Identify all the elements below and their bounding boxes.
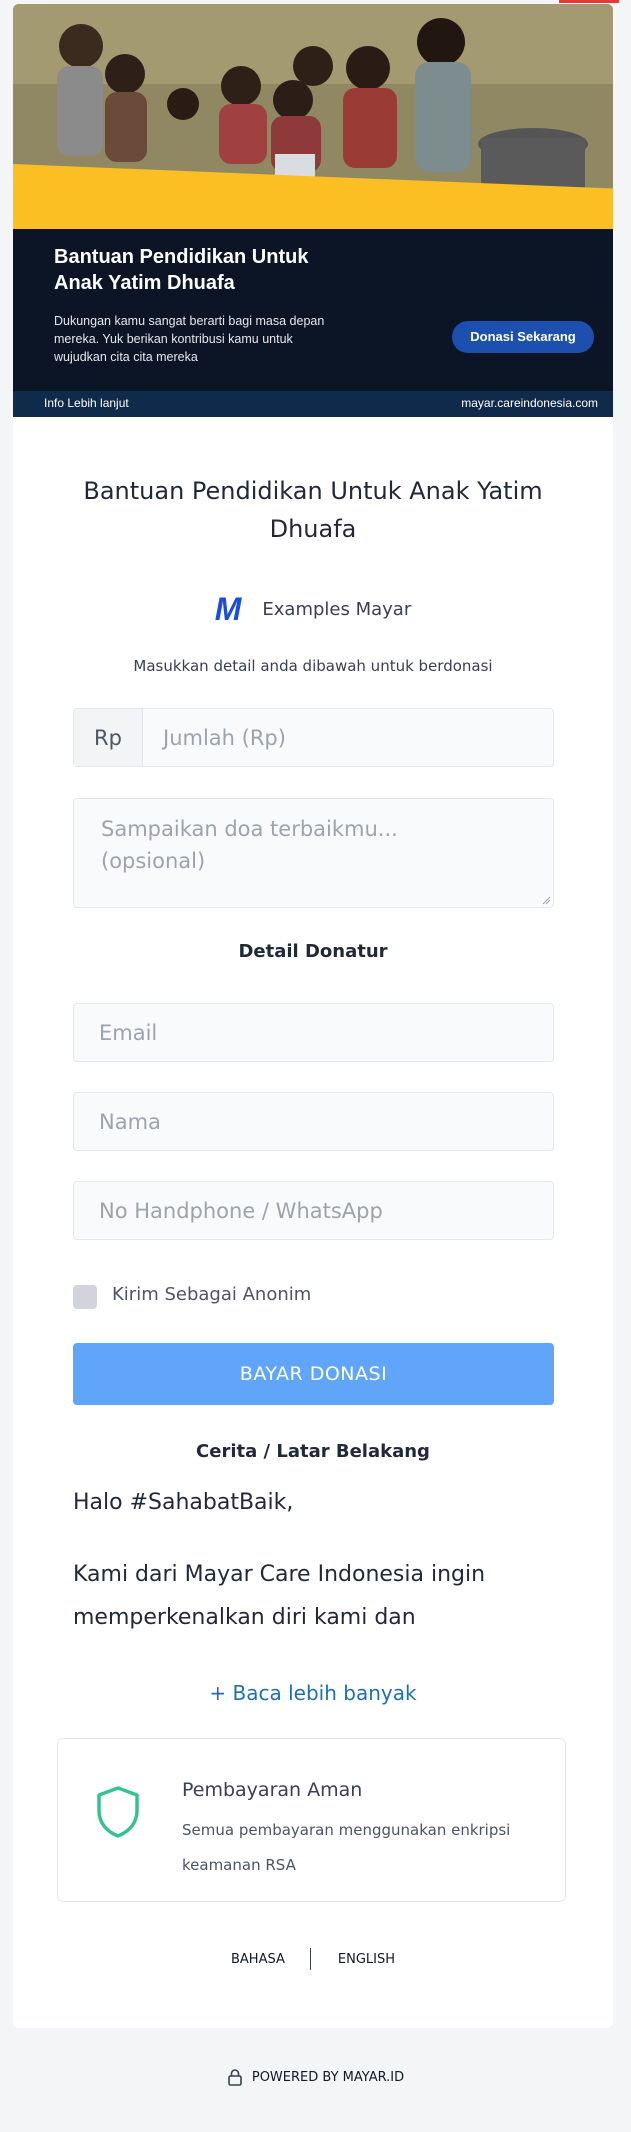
name-field[interactable]: Nama xyxy=(73,1092,554,1151)
prayer-placeholder: Sampaikan doa terbaikmu... (opsional) xyxy=(101,817,398,873)
anonymous-checkbox[interactable] xyxy=(73,1285,97,1309)
email-field[interactable]: Email xyxy=(73,1003,554,1062)
merchant-name: Examples Mayar xyxy=(262,598,412,620)
banner-description: Dukungan kamu sangat berarti bagi masa d… xyxy=(54,314,325,364)
email-placeholder: Email xyxy=(99,1020,158,1045)
phone-placeholder: No Handphone / WhatsApp xyxy=(99,1198,383,1223)
donation-card: Bantuan Pendidikan Untuk Anak Yatim Dhua… xyxy=(13,4,613,2028)
prayer-textarea[interactable]: Sampaikan doa terbaikmu... (opsional) xyxy=(73,798,554,908)
secure-payment-title: Pembayaran Aman xyxy=(182,1779,363,1801)
anonymous-label[interactable]: Kirim Sebagai Anonim xyxy=(112,1284,311,1305)
page-title: Bantuan Pendidikan Untuk Anak Yatim Dhua… xyxy=(83,477,543,543)
secure-payment-description: Semua pembayaran menggunakan enkripsi ke… xyxy=(182,1821,511,1874)
powered-by-footer: POWERED BY MAYAR.ID xyxy=(0,2068,631,2086)
currency-prefix: Rp xyxy=(74,709,143,766)
shield-icon xyxy=(97,1786,139,1838)
banner-title: Bantuan Pendidikan Untuk Anak Yatim Dhua… xyxy=(54,246,309,294)
resize-handle-icon[interactable] xyxy=(542,896,551,905)
powered-by-label[interactable]: POWERED BY MAYAR.ID xyxy=(252,2070,404,2085)
story-excerpt: Kami dari Mayar Care Indonesia ingin mem… xyxy=(73,1562,486,1630)
language-divider xyxy=(309,1948,311,1970)
donor-section-title: Detail Donatur xyxy=(238,941,388,962)
language-selector: BAHASA ENGLISH xyxy=(13,1948,613,1970)
merchant-logo: M xyxy=(214,590,242,628)
pay-donation-button[interactable]: BAYAR DONASI xyxy=(73,1343,554,1405)
language-label: BAHASA xyxy=(231,1951,285,1967)
read-more-link[interactable]: + Baca lebih banyak xyxy=(13,1681,613,1705)
merchant-info: M Examples Mayar xyxy=(13,591,613,627)
language-english-option[interactable]: ENGLISH xyxy=(338,1952,395,1967)
story-greeting: Halo #SahabatBaik, xyxy=(73,1490,294,1515)
amount-input[interactable]: Rp Jumlah (Rp) xyxy=(73,708,554,767)
form-instruction: Masukkan detail anda dibawah untuk berdo… xyxy=(133,657,493,675)
name-placeholder: Nama xyxy=(99,1109,161,1134)
banner-website: mayar.careindonesia.com xyxy=(461,396,598,410)
more-info-link[interactable]: Info Lebih lanjut xyxy=(44,396,129,410)
lock-icon xyxy=(228,2069,242,2086)
campaign-banner: Bantuan Pendidikan Untuk Anak Yatim Dhua… xyxy=(13,4,613,417)
secure-payment-box: Pembayaran Aman Semua pembayaran menggun… xyxy=(57,1738,566,1902)
phone-field[interactable]: No Handphone / WhatsApp xyxy=(73,1181,554,1240)
story-section-title: Cerita / Latar Belakang xyxy=(196,1441,430,1462)
top-accent-bar xyxy=(559,0,619,3)
merchant-logo-letter: M xyxy=(214,590,242,627)
donate-now-button[interactable]: Donasi Sekarang xyxy=(452,321,594,353)
amount-placeholder: Jumlah (Rp) xyxy=(163,725,286,750)
